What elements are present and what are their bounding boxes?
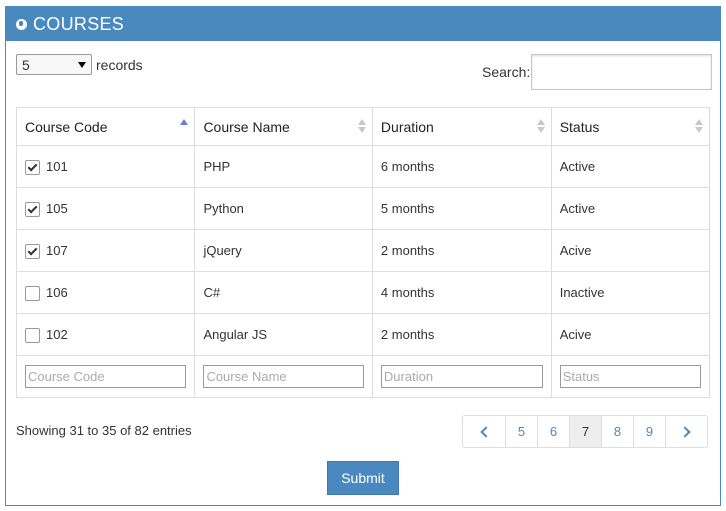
course-code: 102 bbox=[46, 327, 68, 343]
row-checkbox[interactable] bbox=[25, 201, 40, 217]
row-checkbox[interactable] bbox=[25, 243, 40, 259]
cell-course-code: 106 bbox=[15, 271, 196, 314]
pagination-page-9[interactable]: 9 bbox=[633, 416, 665, 447]
cell-duration: 6 months bbox=[371, 145, 552, 188]
entries-info: Showing 31 to 35 of 82 entries bbox=[16, 423, 192, 438]
sort-icon bbox=[695, 119, 703, 135]
status-filter-input[interactable]: Status bbox=[559, 365, 701, 388]
course-name-filter-input[interactable]: Course Name bbox=[203, 365, 364, 388]
course-code: 101 bbox=[46, 159, 68, 175]
table-header-row: Course Code Course Name Duration Status bbox=[15, 107, 711, 146]
cell-status: Active bbox=[550, 187, 711, 230]
column-header-course-code[interactable]: Course Code bbox=[15, 107, 196, 146]
pagination-page-6[interactable]: 6 bbox=[537, 416, 569, 447]
sort-icon bbox=[536, 119, 545, 135]
cell-course-name: C# bbox=[194, 271, 373, 314]
row-checkbox[interactable] bbox=[25, 159, 40, 175]
cell-status: Acive bbox=[550, 313, 711, 356]
globe-icon bbox=[16, 18, 27, 30]
column-header-status[interactable]: Status bbox=[550, 107, 711, 146]
cell-duration: 2 months bbox=[371, 229, 552, 272]
search-input[interactable] bbox=[531, 54, 713, 90]
cell-status: Acive bbox=[550, 229, 711, 272]
chevron-right-icon bbox=[679, 425, 691, 438]
cell-course-code: 105 bbox=[15, 187, 196, 230]
filter-cell: Status bbox=[550, 355, 711, 398]
records-per-page-value: 5 bbox=[22, 56, 30, 73]
cell-course-code: 101 bbox=[15, 145, 196, 188]
pagination-page-7-current[interactable]: 7 bbox=[569, 416, 601, 447]
search-label: Search: bbox=[482, 64, 531, 80]
courses-panel: COURSES 5 records Search: Course Code Co… bbox=[5, 6, 721, 506]
table-row: 101 PHP 6 months Active bbox=[15, 145, 711, 188]
cell-duration: 2 months bbox=[371, 313, 552, 356]
cell-status: Active bbox=[550, 145, 711, 188]
sort-icon bbox=[357, 119, 366, 135]
sort-ascending-icon bbox=[180, 119, 189, 135]
table-row: 105 Python 5 months Active bbox=[15, 187, 711, 230]
chevron-left-icon bbox=[479, 425, 492, 438]
duration-filter-input[interactable]: Duration bbox=[380, 365, 543, 388]
pagination: 5 6 7 8 9 bbox=[462, 415, 708, 448]
table-row: 102 Angular JS 2 months Acive bbox=[15, 313, 711, 356]
filter-cell: Course Name bbox=[194, 355, 373, 398]
panel-title: COURSES bbox=[33, 13, 125, 34]
column-label: Course Code bbox=[25, 118, 108, 135]
course-code-filter-input[interactable]: Course Code bbox=[25, 365, 187, 388]
filter-cell: Duration bbox=[371, 355, 552, 398]
course-code: 107 bbox=[46, 243, 68, 259]
column-label: Course Name bbox=[203, 118, 290, 135]
course-code: 105 bbox=[46, 201, 68, 217]
cell-course-name: Python bbox=[194, 187, 373, 230]
course-code: 106 bbox=[46, 285, 68, 301]
filter-row: Course Code Course Name Duration Status bbox=[15, 355, 711, 398]
table-row: 107 jQuery 2 months Acive bbox=[15, 229, 711, 272]
cell-duration: 5 months bbox=[371, 187, 552, 230]
cell-course-name: PHP bbox=[194, 145, 373, 188]
row-checkbox[interactable] bbox=[25, 285, 40, 301]
cell-duration: 4 months bbox=[371, 271, 552, 314]
pagination-previous-button[interactable] bbox=[463, 416, 505, 447]
pagination-next-button[interactable] bbox=[665, 416, 707, 447]
pagination-page-8[interactable]: 8 bbox=[601, 416, 633, 447]
submit-button[interactable]: Submit bbox=[327, 461, 399, 495]
panel-header: COURSES bbox=[6, 7, 720, 41]
cell-course-code: 107 bbox=[15, 229, 196, 272]
courses-table: Course Code Course Name Duration Status bbox=[15, 107, 711, 398]
filter-cell: Course Code bbox=[15, 355, 196, 398]
pagination-page-5[interactable]: 5 bbox=[505, 416, 537, 447]
records-length-control: 5 records bbox=[16, 54, 143, 75]
search-control: Search: bbox=[482, 54, 713, 90]
column-header-course-name[interactable]: Course Name bbox=[194, 107, 373, 146]
records-per-page-select[interactable]: 5 bbox=[16, 54, 92, 75]
chevron-down-icon bbox=[78, 61, 86, 68]
table-row: 106 C# 4 months Inactive bbox=[15, 271, 711, 314]
cell-course-name: Angular JS bbox=[194, 313, 373, 356]
records-label: records bbox=[96, 56, 143, 73]
cell-status: Inactive bbox=[550, 271, 711, 314]
row-checkbox[interactable] bbox=[25, 327, 40, 343]
column-header-duration[interactable]: Duration bbox=[371, 107, 552, 146]
column-label: Status bbox=[559, 118, 600, 135]
cell-course-name: jQuery bbox=[194, 229, 373, 272]
column-label: Duration bbox=[380, 118, 434, 135]
cell-course-code: 102 bbox=[15, 313, 196, 356]
